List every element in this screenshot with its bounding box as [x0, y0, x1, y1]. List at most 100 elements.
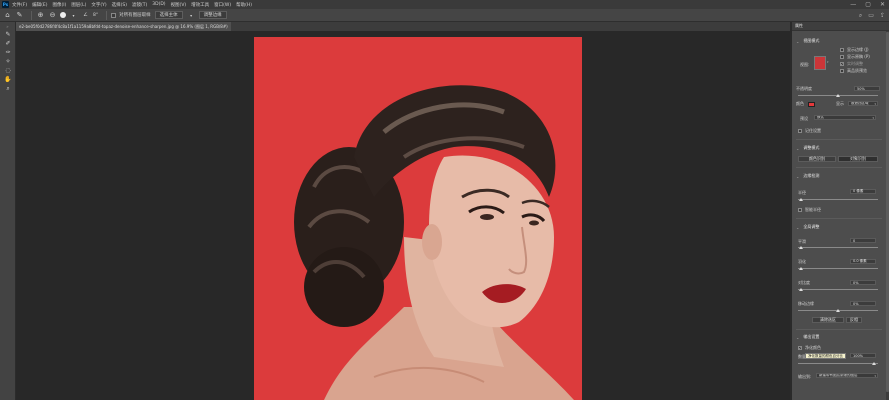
smart-radius-checkbox[interactable]: [798, 208, 802, 212]
feather-slider-thumb[interactable]: [799, 267, 803, 270]
show-dropdown[interactable]: 被遮挡区域 ▾: [848, 101, 878, 106]
zoom-tool-icon[interactable]: ⌕: [0, 84, 16, 93]
smooth-slider-track[interactable]: [798, 247, 878, 248]
show-edge-row[interactable]: 显示边缘 (J): [840, 47, 869, 53]
chevron-down-icon[interactable]: ▾: [187, 11, 196, 20]
amount-slider-track[interactable]: [798, 363, 878, 364]
radius-slider-track[interactable]: [798, 199, 878, 200]
search-icon[interactable]: ⌕: [859, 12, 862, 20]
menu-3d[interactable]: 3D(D): [152, 2, 165, 7]
remember-row[interactable]: 记住设置: [798, 128, 821, 134]
transparency-slider-thumb[interactable]: [836, 94, 840, 97]
menu-filter[interactable]: 滤镜(T): [132, 2, 147, 8]
document-tab[interactable]: e2-be05f0d2786f4f4c8a1f1a1159a8bfdd-topa…: [16, 22, 231, 31]
select-subject-button[interactable]: 选择主体: [154, 11, 183, 19]
edge-detection-section[interactable]: ⌄ 边缘检测: [796, 173, 819, 179]
remember-checkbox[interactable]: [798, 129, 802, 133]
shift-edge-slider-thumb[interactable]: [836, 309, 840, 312]
smooth-field[interactable]: 0: [850, 238, 876, 243]
quick-selection-icon[interactable]: ✐: [0, 39, 16, 48]
canvas-area[interactable]: [16, 31, 790, 400]
amount-field[interactable]: 100%: [850, 353, 876, 358]
feather-slider-track[interactable]: [798, 268, 878, 269]
refine-edge-brush-icon[interactable]: ✑: [0, 48, 16, 57]
view-thumbnail[interactable]: [814, 56, 826, 70]
document-image[interactable]: [254, 37, 582, 400]
overlay-color-swatch[interactable]: [808, 101, 815, 107]
show-original-checkbox[interactable]: [840, 55, 844, 59]
show-edge-checkbox[interactable]: [840, 48, 844, 52]
color-aware-button[interactable]: 颜色识别: [798, 156, 836, 162]
radius-slider-thumb[interactable]: [799, 198, 803, 201]
decontaminate-row[interactable]: ✓ 净化颜色: [798, 345, 821, 351]
menu-select[interactable]: 选择(S): [112, 2, 127, 8]
output-to-row: 输出到:: [798, 374, 811, 380]
menu-file[interactable]: 文件(F): [12, 2, 27, 8]
angle-icon[interactable]: ∠: [81, 11, 90, 20]
transparency-field[interactable]: 50%: [854, 86, 880, 91]
home-icon[interactable]: ⌂: [3, 11, 12, 20]
output-to-dropdown[interactable]: 新建带有图层蒙版的图层 ▾: [816, 373, 878, 378]
refine-edge-button[interactable]: 调整边缘: [198, 11, 227, 19]
realtime-checkbox[interactable]: ✓: [840, 62, 844, 66]
minimize-button[interactable]: —: [850, 1, 856, 8]
brush-angle-value[interactable]: 8°: [93, 13, 98, 18]
share-icon[interactable]: ⇪: [880, 12, 885, 19]
chevron-down-icon[interactable]: ⌄: [796, 174, 799, 179]
maximize-button[interactable]: ▢: [865, 1, 871, 8]
adjust-mode-section[interactable]: ⌄ 调整模式: [796, 145, 819, 151]
menu-layer[interactable]: 图层(L): [71, 2, 86, 8]
chevron-down-icon[interactable]: ⌄: [796, 335, 799, 340]
clear-selection-button[interactable]: 清除选区: [812, 317, 844, 323]
chevron-down-icon[interactable]: ▾: [827, 60, 829, 64]
edge-detection-heading: 边缘检测: [803, 173, 820, 178]
invert-button[interactable]: 反相: [846, 317, 862, 323]
contrast-row: 对比度: [798, 280, 810, 286]
brush-tool-icon[interactable]: ✎: [0, 30, 16, 39]
global-refine-section[interactable]: ⌄ 全局调整: [796, 224, 819, 230]
amount-slider-thumb[interactable]: [872, 362, 876, 365]
chevron-down-icon[interactable]: ⌄: [796, 39, 799, 44]
preset-dropdown[interactable]: 默认 ▾: [814, 115, 876, 120]
chevron-down-icon[interactable]: ▾: [69, 11, 78, 20]
menu-image[interactable]: 图像(I): [52, 2, 66, 8]
menu-view[interactable]: 视图(V): [171, 2, 187, 8]
shift-edge-field[interactable]: 0%: [850, 301, 876, 306]
brush-preview-icon[interactable]: [60, 12, 66, 18]
subtract-from-selection-icon[interactable]: ⊖: [48, 11, 57, 20]
menu-help[interactable]: 帮助(H): [236, 2, 252, 8]
smooth-label: 平滑: [798, 239, 806, 244]
menu-window[interactable]: 窗口(W): [214, 2, 231, 8]
high-quality-row[interactable]: 高品质预览: [840, 68, 867, 74]
workspace-icon[interactable]: ▭: [868, 12, 874, 19]
contrast-slider-thumb[interactable]: [799, 288, 803, 291]
radius-field[interactable]: 0 像素: [850, 189, 876, 194]
menu-plugins[interactable]: 增效工具: [191, 2, 209, 8]
decontaminate-checkbox[interactable]: ✓: [798, 346, 802, 350]
view-mode-section[interactable]: ⌄ 视图模式: [796, 38, 819, 44]
object-aware-button[interactable]: 对象识别: [838, 156, 878, 162]
quick-selection-tool-icon[interactable]: ✎: [15, 11, 24, 20]
contrast-slider-track[interactable]: [798, 289, 878, 290]
chevron-down-icon[interactable]: ⌄: [796, 146, 799, 151]
menu-type[interactable]: 文字(Y): [91, 2, 106, 8]
toolbar-grip[interactable]: »: [0, 22, 15, 30]
smart-radius-row[interactable]: 智能半径: [798, 207, 821, 213]
output-settings-section[interactable]: ⌄ 输出设置: [796, 334, 819, 340]
properties-panel-header[interactable]: 属性: [792, 22, 889, 31]
object-selection-icon[interactable]: ✧: [0, 57, 16, 66]
close-window-button[interactable]: ✕: [880, 1, 885, 8]
contrast-field[interactable]: 0%: [850, 280, 876, 285]
color-row: 颜色: [796, 101, 819, 107]
add-to-selection-icon[interactable]: ⊕: [36, 11, 45, 20]
menu-edit[interactable]: 编辑(E): [32, 2, 47, 8]
sample-all-layers-checkbox[interactable]: [111, 12, 117, 18]
chevron-down-icon[interactable]: ⌄: [796, 225, 799, 230]
lasso-tool-icon[interactable]: ◌: [0, 66, 16, 75]
realtime-row[interactable]: ✓ 实时调整: [840, 61, 863, 67]
hand-tool-icon[interactable]: ✋: [0, 75, 16, 84]
feather-field[interactable]: 0.0 像素: [850, 259, 876, 264]
smooth-slider-thumb[interactable]: [799, 246, 803, 249]
high-quality-checkbox[interactable]: [840, 69, 844, 73]
show-original-row[interactable]: 显示原稿 (P): [840, 54, 870, 60]
